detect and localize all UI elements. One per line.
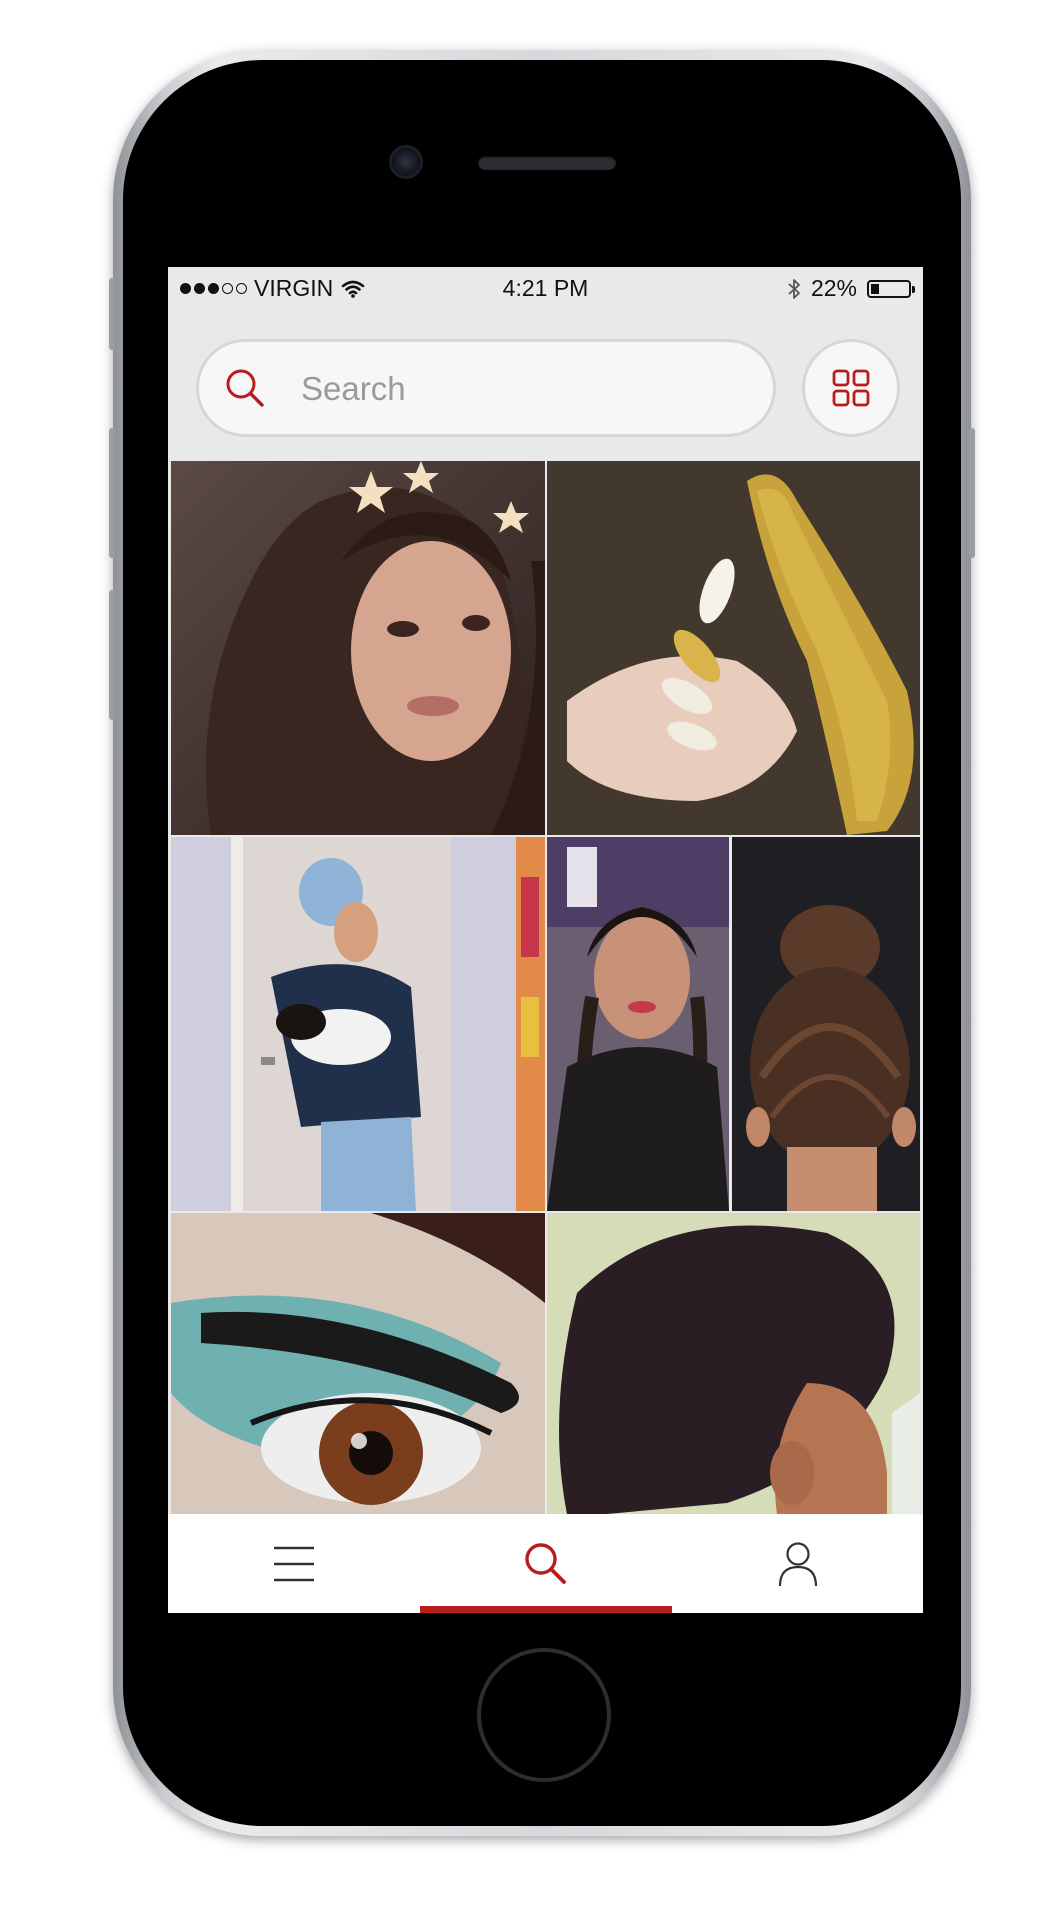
power-button bbox=[969, 428, 975, 558]
battery-percent: 22% bbox=[810, 275, 857, 301]
search-icon bbox=[226, 369, 264, 407]
grid-view-button[interactable] bbox=[802, 339, 900, 437]
volume-up-button bbox=[109, 428, 115, 558]
active-tab-indicator bbox=[420, 1606, 672, 1613]
photo-tile-man-with-dog[interactable] bbox=[171, 837, 545, 1211]
photo-tile-braids[interactable] bbox=[547, 837, 729, 1211]
photo-tile-selfie[interactable] bbox=[171, 461, 545, 835]
photo-tile-bun[interactable] bbox=[732, 837, 920, 1211]
photo-tile-eye-makeup[interactable] bbox=[171, 1213, 545, 1514]
search-bar[interactable] bbox=[196, 339, 776, 437]
bluetooth-icon bbox=[788, 278, 800, 299]
bottom-tab-bar bbox=[168, 1514, 923, 1613]
status-bar: VIRGIN 4:21 PM 22% bbox=[168, 267, 923, 307]
silent-switch bbox=[109, 278, 115, 350]
battery-fill bbox=[871, 283, 879, 294]
profile-icon bbox=[778, 1541, 817, 1586]
photo-tile-nails[interactable] bbox=[547, 461, 920, 835]
status-right: 22% bbox=[787, 275, 915, 302]
earpiece-speaker bbox=[478, 156, 616, 170]
tab-search[interactable] bbox=[420, 1514, 671, 1613]
menu-icon bbox=[273, 1546, 314, 1581]
photo-tile-quiff[interactable] bbox=[547, 1213, 920, 1514]
app-screen: VIRGIN 4:21 PM 22% bbox=[168, 267, 923, 1613]
search-icon bbox=[524, 1542, 566, 1584]
tab-profile[interactable] bbox=[672, 1514, 923, 1613]
grid-icon bbox=[832, 369, 870, 407]
tab-menu[interactable] bbox=[168, 1514, 419, 1613]
volume-down-button bbox=[109, 590, 115, 720]
search-input[interactable] bbox=[299, 366, 743, 412]
front-camera bbox=[392, 148, 420, 176]
home-button[interactable] bbox=[477, 1648, 611, 1782]
battery-icon bbox=[867, 279, 915, 298]
